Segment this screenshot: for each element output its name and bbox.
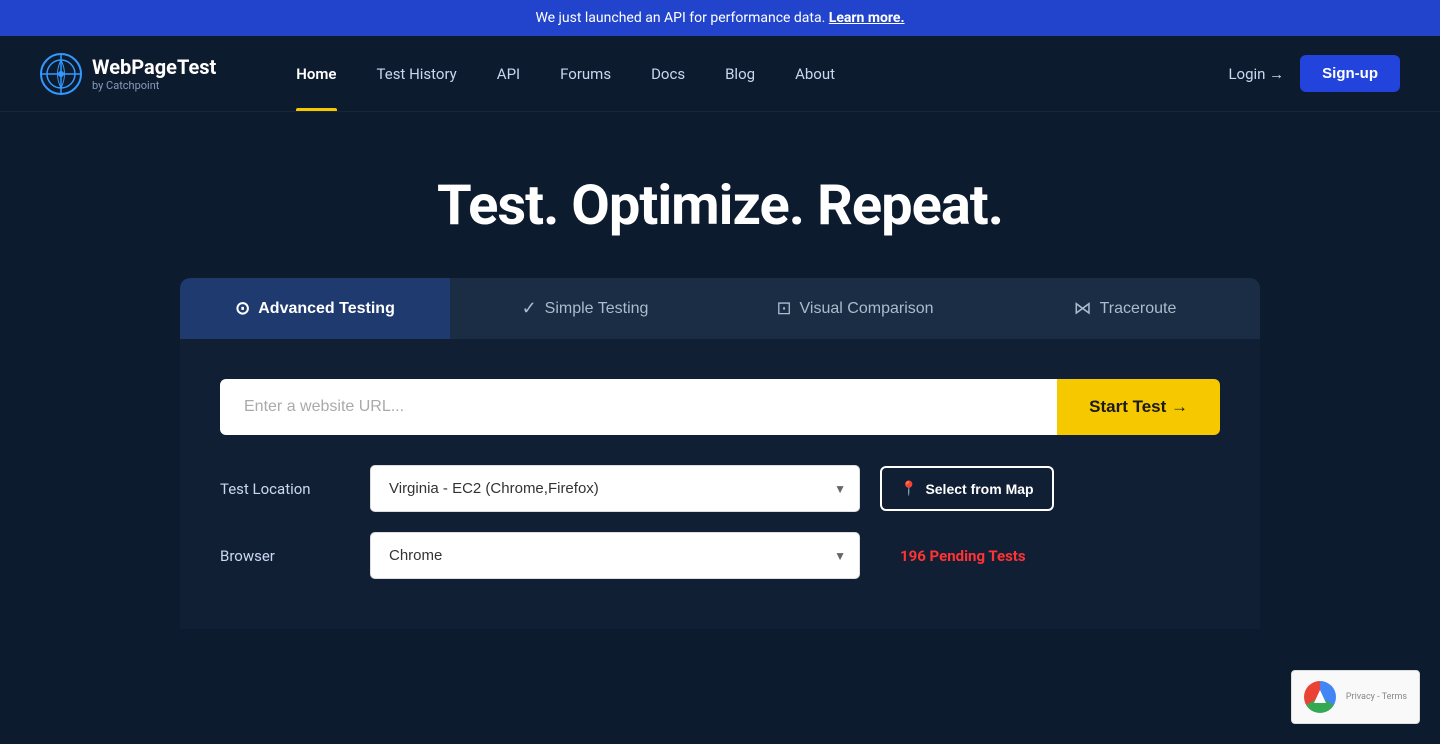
nav-api[interactable]: API bbox=[477, 37, 540, 111]
nav-home[interactable]: Home bbox=[276, 37, 356, 111]
hero-title: Test. Optimize. Repeat. bbox=[20, 172, 1420, 238]
tab-advanced-testing[interactable]: ⊙ Advanced Testing bbox=[180, 278, 450, 339]
navbar: WebPageTest by Catchpoint Home Test Hist… bbox=[0, 36, 1440, 112]
advanced-testing-icon: ⊙ bbox=[235, 298, 250, 319]
hero-section: Test. Optimize. Repeat. bbox=[0, 112, 1440, 278]
logo-text: WebPageTest by Catchpoint bbox=[92, 55, 216, 92]
traceroute-icon: ⋈ bbox=[1074, 298, 1092, 319]
logo-sub: by Catchpoint bbox=[92, 79, 216, 92]
main-card: ⊙ Advanced Testing ✓ Simple Testing ⊡ Vi… bbox=[180, 278, 1260, 629]
test-location-select-wrap: Virginia - EC2 (Chrome,Firefox) Californ… bbox=[370, 465, 860, 512]
select-from-map-label: Select from Map bbox=[925, 481, 1033, 497]
announcement-bar: We just launched an API for performance … bbox=[0, 0, 1440, 36]
tab-visual-comparison[interactable]: ⊡ Visual Comparison bbox=[720, 278, 990, 339]
nav-blog[interactable]: Blog bbox=[705, 37, 775, 111]
browser-row: Browser Chrome Firefox Safari Edge ▼ 196… bbox=[220, 532, 1220, 579]
url-row: Start Test → bbox=[220, 379, 1220, 435]
browser-select-wrap: Chrome Firefox Safari Edge ▼ bbox=[370, 532, 860, 579]
logo[interactable]: WebPageTest by Catchpoint bbox=[40, 53, 216, 95]
recaptcha-widget: Privacy - Terms bbox=[1291, 670, 1420, 724]
recaptcha-text: Privacy - Terms bbox=[1346, 692, 1407, 702]
tab-advanced-testing-label: Advanced Testing bbox=[258, 300, 395, 318]
announcement-text: We just launched an API for performance … bbox=[535, 10, 825, 26]
nav-docs[interactable]: Docs bbox=[631, 37, 705, 111]
visual-comparison-icon: ⊡ bbox=[776, 298, 791, 319]
test-location-label: Test Location bbox=[220, 480, 350, 498]
browser-label: Browser bbox=[220, 547, 350, 565]
recaptcha-logo-icon bbox=[1304, 681, 1336, 713]
tabs: ⊙ Advanced Testing ✓ Simple Testing ⊡ Vi… bbox=[180, 278, 1260, 339]
nav-links: Home Test History API Forums Docs Blog A… bbox=[276, 37, 1228, 111]
map-pin-icon: 📍 bbox=[900, 480, 917, 497]
tab-simple-testing-label: Simple Testing bbox=[545, 300, 649, 318]
login-button[interactable]: Login → bbox=[1228, 65, 1284, 83]
start-test-button[interactable]: Start Test → bbox=[1057, 379, 1220, 435]
nav-forums[interactable]: Forums bbox=[540, 37, 631, 111]
announcement-link[interactable]: Learn more. bbox=[829, 10, 905, 26]
tab-traceroute-label: Traceroute bbox=[1100, 300, 1177, 318]
test-location-select[interactable]: Virginia - EC2 (Chrome,Firefox) Californ… bbox=[370, 465, 860, 512]
signup-button[interactable]: Sign-up bbox=[1300, 55, 1400, 92]
tab-content: Start Test → Test Location Virginia - EC… bbox=[180, 339, 1260, 629]
test-location-row: Test Location Virginia - EC2 (Chrome,Fir… bbox=[220, 465, 1220, 512]
logo-title: WebPageTest bbox=[92, 55, 216, 79]
tab-traceroute[interactable]: ⋈ Traceroute bbox=[990, 278, 1260, 339]
logo-icon bbox=[40, 53, 82, 95]
select-from-map-button[interactable]: 📍 Select from Map bbox=[880, 466, 1054, 511]
tab-visual-comparison-label: Visual Comparison bbox=[800, 300, 934, 318]
simple-testing-icon: ✓ bbox=[522, 298, 537, 319]
browser-select[interactable]: Chrome Firefox Safari Edge bbox=[370, 532, 860, 579]
nav-test-history[interactable]: Test History bbox=[357, 37, 477, 111]
nav-auth: Login → Sign-up bbox=[1228, 55, 1400, 92]
tab-simple-testing[interactable]: ✓ Simple Testing bbox=[450, 278, 720, 339]
url-input[interactable] bbox=[220, 379, 1057, 435]
pending-tests-badge: 196 Pending Tests bbox=[900, 547, 1026, 565]
nav-about[interactable]: About bbox=[775, 37, 855, 111]
